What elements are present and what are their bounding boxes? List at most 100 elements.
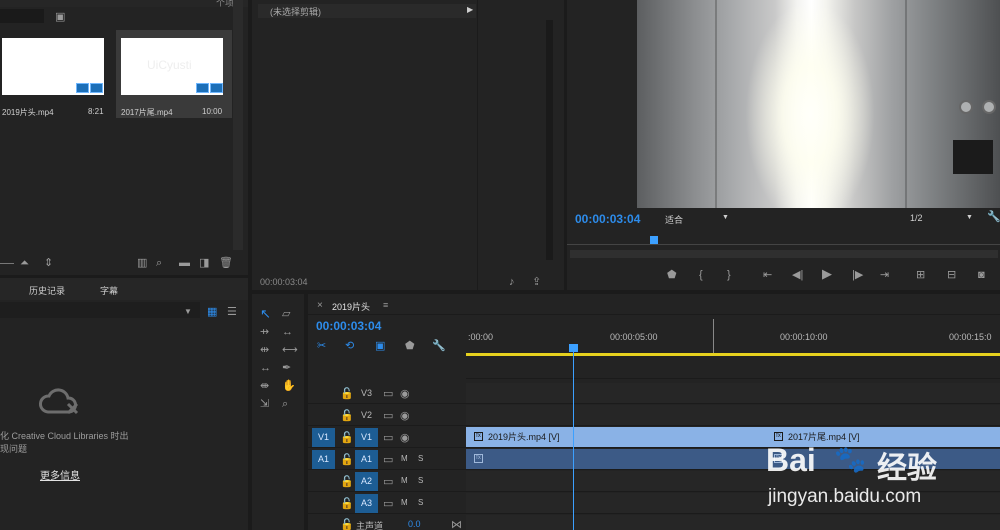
sync-lock-icon[interactable]: ▭ (383, 476, 393, 488)
grid-view-icon[interactable]: ▦ (207, 306, 217, 318)
wrench-icon[interactable]: 🔧 (987, 211, 1000, 223)
step-forward-icon[interactable]: |▶ (852, 269, 863, 281)
rolling-edit-tool-icon[interactable]: ↔ (282, 326, 293, 338)
solo-button[interactable]: S (418, 498, 423, 507)
slip-tool-icon[interactable]: ↔ (260, 362, 271, 374)
zoom-mountain-icon[interactable]: ⏶ (20, 257, 29, 269)
track-label[interactable]: A2 (355, 472, 378, 491)
step-back-icon[interactable]: ◀| (792, 269, 803, 281)
list-view-icon[interactable]: ☰ (227, 306, 237, 318)
track-forward-tool-icon[interactable]: ⇲ (260, 398, 269, 410)
timeline-audio-clip[interactable]: fx (466, 449, 766, 469)
zoom-level-select[interactable]: 适合 (665, 213, 683, 226)
track-select-tool-icon[interactable]: ▱ (282, 308, 290, 320)
sync-lock-icon[interactable]: ▭ (383, 388, 393, 400)
eye-icon[interactable]: ◉ (400, 432, 410, 444)
extract-icon[interactable]: ⊟ (947, 269, 956, 281)
timeline-playhead-handle[interactable] (569, 344, 578, 352)
timeline-video-clip[interactable]: fx 2019片头.mp4 [V] (466, 427, 766, 447)
slide-tool-icon[interactable]: ⇼ (260, 380, 269, 392)
sequence-tab[interactable]: 2019片头 (332, 300, 370, 313)
mark-out-icon[interactable]: } (727, 269, 731, 281)
time-ruler[interactable] (466, 315, 1000, 357)
project-clip-item[interactable]: UiCyusti 2017片尾.mp4 10:00 (116, 30, 232, 118)
new-item-icon[interactable]: ◨ (199, 257, 209, 269)
mute-button[interactable]: M (401, 498, 408, 507)
linked-selection-icon[interactable]: ⟲ (345, 340, 354, 352)
tab-captions[interactable]: 字幕 (100, 284, 118, 297)
automate-icon[interactable]: ▥ (137, 257, 147, 269)
solo-button[interactable]: S (418, 454, 423, 463)
work-area-bar[interactable] (466, 353, 1000, 356)
mute-button[interactable]: M (401, 454, 408, 463)
timeline-playhead-line[interactable] (573, 346, 574, 530)
source-patch-v1[interactable]: V1 (312, 428, 335, 447)
more-info-link[interactable]: 更多信息 (40, 467, 80, 482)
track-lane-v2[interactable] (466, 405, 1000, 426)
solo-button[interactable]: S (418, 476, 423, 485)
chevron-down-icon[interactable]: ▼ (722, 214, 729, 221)
selection-tool-icon[interactable]: ↖ (260, 307, 271, 320)
lock-icon[interactable]: 🔓 (340, 410, 354, 422)
lock-icon[interactable]: 🔓 (340, 388, 354, 400)
program-timecode[interactable]: 00:00:03:04 (575, 212, 640, 226)
lift-icon[interactable]: ⊞ (916, 269, 925, 281)
zoom-tool-icon[interactable]: ⌕ (282, 398, 288, 410)
program-playhead[interactable] (650, 236, 658, 244)
track-label[interactable]: V3 (355, 384, 378, 403)
export-frame-icon[interactable]: ◙ (978, 269, 985, 281)
nest-icon[interactable]: ▣ (375, 340, 385, 352)
new-bin-icon[interactable]: ▬ (179, 257, 190, 269)
rate-stretch-tool-icon[interactable]: ⇹ (260, 344, 269, 356)
sequence-menu-icon[interactable]: ≡ (383, 300, 388, 310)
go-to-out-icon[interactable]: ⇥ (880, 269, 889, 281)
eye-icon[interactable]: ◉ (400, 388, 410, 400)
sync-lock-icon[interactable]: ▭ (383, 432, 393, 444)
project-clip-item[interactable]: 2019片头.mp4 8:21 (0, 30, 116, 118)
track-label[interactable]: A1 (355, 450, 378, 469)
wrench-icon[interactable]: 🔧 (432, 340, 446, 352)
project-search-input[interactable] (0, 9, 44, 23)
export-icon[interactable]: ⇪ (532, 276, 541, 288)
hand-tool-icon[interactable]: ✋ (282, 380, 296, 392)
add-marker-icon[interactable]: ⬟ (405, 340, 415, 352)
expand-arrow-icon[interactable]: ▶ (467, 5, 473, 14)
sync-lock-icon[interactable]: ▭ (383, 410, 393, 422)
lock-icon[interactable]: 🔓 (340, 519, 354, 530)
master-meter-icon[interactable]: ⋈ (451, 519, 462, 530)
effects-scrollbar[interactable] (546, 20, 553, 260)
chevron-down-icon[interactable]: ▼ (966, 214, 973, 221)
trash-icon[interactable]: 🗑 (219, 257, 233, 269)
program-time-ruler[interactable] (567, 232, 1000, 246)
zoom-slider[interactable] (0, 263, 14, 264)
project-scrollbar[interactable] (233, 0, 243, 250)
eye-icon[interactable]: ◉ (400, 410, 410, 422)
lock-icon[interactable]: 🔓 (340, 498, 354, 510)
mute-button[interactable]: M (401, 476, 408, 485)
track-label[interactable]: V1 (355, 428, 378, 447)
chevron-down-icon[interactable]: ▼ (184, 306, 192, 318)
library-dropdown[interactable] (0, 302, 200, 318)
zoom-scroll-bar[interactable] (570, 250, 998, 258)
track-label[interactable]: A3 (355, 494, 378, 513)
play-icon[interactable]: ▶ (822, 267, 832, 280)
tab-history[interactable]: 历史记录 (29, 284, 65, 297)
track-label[interactable]: V2 (355, 406, 378, 425)
play-audio-icon[interactable]: ♪ (509, 276, 515, 288)
lock-icon[interactable]: 🔓 (340, 454, 354, 466)
lock-icon[interactable]: 🔓 (340, 432, 354, 444)
find-icon[interactable]: ⌕ (156, 257, 162, 269)
timeline-timecode[interactable]: 00:00:03:04 (316, 319, 381, 333)
razor-tool-icon[interactable]: ⟷ (282, 344, 298, 356)
track-lane-v3[interactable] (466, 383, 1000, 404)
sync-lock-icon[interactable]: ▭ (383, 454, 393, 466)
mark-in-icon[interactable]: { (699, 269, 703, 281)
lock-icon[interactable]: 🔓 (340, 476, 354, 488)
pen-tool-icon[interactable]: ✒ (282, 362, 291, 374)
ripple-edit-tool-icon[interactable]: ⇸ (260, 326, 269, 338)
bin-folder-icon[interactable]: ▣ (55, 11, 65, 23)
resolution-select[interactable]: 1/2 (910, 213, 923, 223)
sort-icon[interactable]: ⇕ (44, 257, 53, 269)
master-volume-value[interactable]: 0.0 (408, 519, 421, 529)
source-patch-a1[interactable]: A1 (312, 450, 335, 469)
